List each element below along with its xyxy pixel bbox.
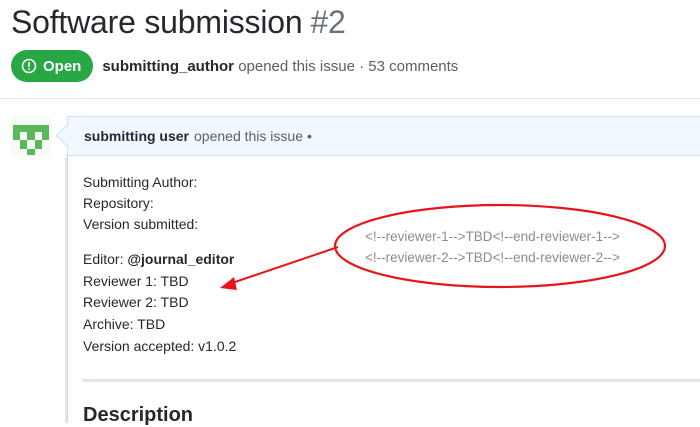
annotation-ellipse xyxy=(333,203,667,289)
annotation-overlay xyxy=(220,203,667,290)
annotation-reviewer-2-comment: <!--reviewer-2-->TBD<!--end-reviewer-2--… xyxy=(365,250,621,265)
annotation-reviewer-1-comment: <!--reviewer-1-->TBD<!--end-reviewer-1--… xyxy=(365,229,621,244)
annotation-arrowhead xyxy=(220,277,237,290)
annotation-arrow-line xyxy=(231,246,339,284)
